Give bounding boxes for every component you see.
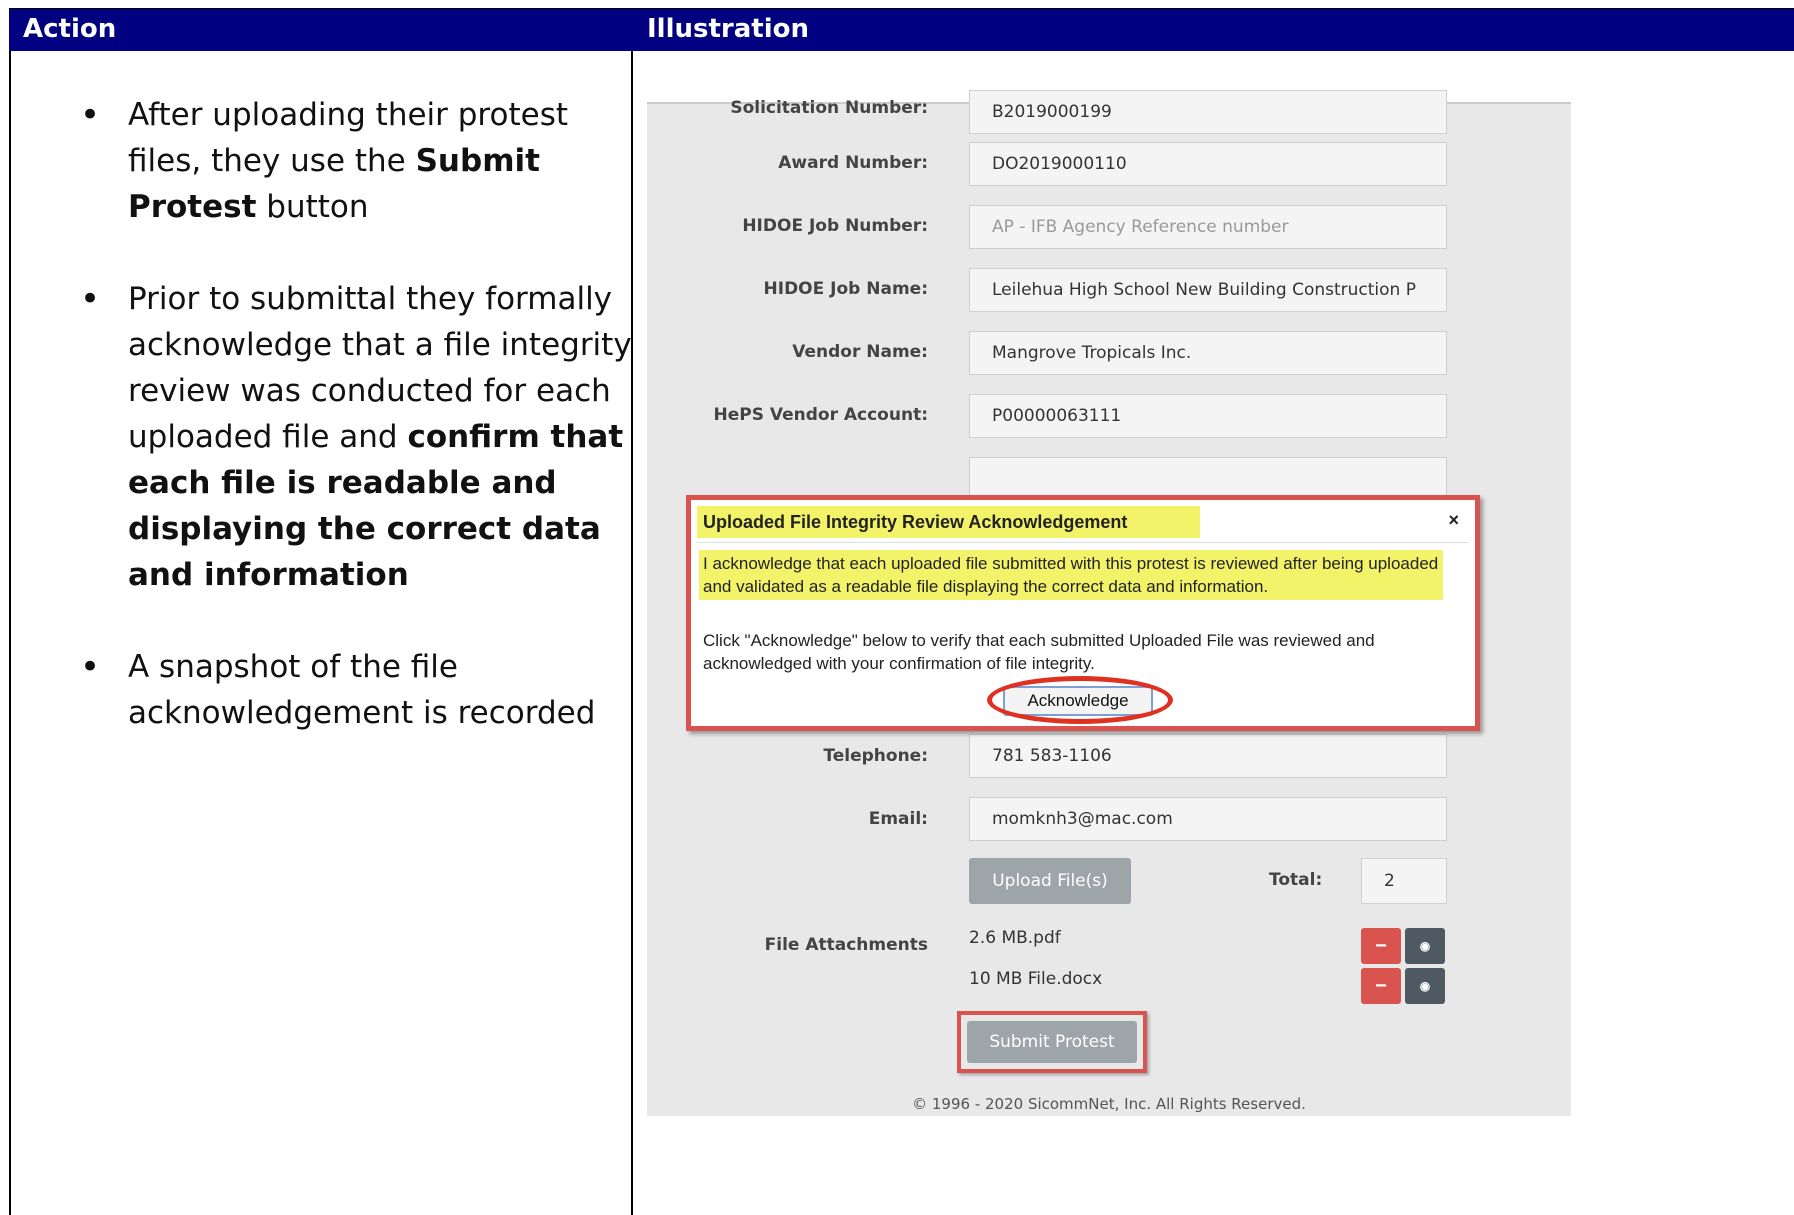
- file-attachments-label: File Attachments: [764, 935, 928, 955]
- job-number-label: HIDOE Job Number:: [742, 216, 928, 236]
- dialog-divider: [697, 542, 1469, 543]
- total-label: Total:: [1269, 870, 1323, 890]
- acknowledge-highlight-oval: [987, 676, 1173, 724]
- submit-highlight: Submit Protest: [957, 1011, 1147, 1073]
- view-file-icon[interactable]: ◉: [1405, 968, 1445, 1004]
- copyright: © 1996 - 2020 SicommNet, Inc. All Rights…: [912, 1095, 1306, 1113]
- remove-file-button[interactable]: −: [1361, 928, 1401, 964]
- bullet-submit: After uploading their protest files, the…: [80, 92, 640, 230]
- vendor-name-field[interactable]: Mangrove Tropicals Inc.: [969, 331, 1447, 375]
- solicitation-label: Solicitation Number:: [730, 98, 928, 118]
- acknowledgement-dialog: Uploaded File Integrity Review Acknowled…: [686, 495, 1480, 731]
- illustration-column-header: Illustration: [647, 14, 809, 44]
- dialog-instruction-text: Click "Acknowledge" below to verify that…: [703, 631, 1375, 673]
- submit-protest-button[interactable]: Submit Protest: [967, 1021, 1137, 1063]
- heps-account-label: HePS Vendor Account:: [713, 405, 928, 425]
- award-field[interactable]: DO2019000110: [969, 142, 1447, 186]
- bullet-acknowledge: Prior to submittal they formally acknowl…: [80, 276, 640, 598]
- job-name-label: HIDOE Job Name:: [763, 279, 928, 299]
- telephone-field[interactable]: 781 583-1106: [969, 734, 1447, 778]
- close-icon[interactable]: ×: [1448, 510, 1459, 531]
- telephone-label: Telephone:: [823, 746, 928, 766]
- award-label: Award Number:: [778, 153, 928, 173]
- vendor-name-label: Vendor Name:: [792, 342, 928, 362]
- solicitation-field[interactable]: B2019000199: [969, 90, 1447, 134]
- remove-file-button[interactable]: −: [1361, 968, 1401, 1004]
- job-name-field[interactable]: Leilehua High School New Building Constr…: [969, 268, 1447, 312]
- view-file-icon[interactable]: ◉: [1405, 928, 1445, 964]
- dialog-title: Uploaded File Integrity Review Acknowled…: [697, 506, 1200, 538]
- total-count: 2: [1361, 858, 1447, 904]
- action-column-header: Action: [23, 14, 117, 44]
- attachment-name: 10 MB File.docx: [969, 969, 1103, 989]
- bullet-snapshot: A snapshot of the file acknowledgement i…: [80, 644, 640, 736]
- heps-account-field[interactable]: P00000063111: [969, 394, 1447, 438]
- attachment-name: 2.6 MB.pdf: [969, 928, 1061, 948]
- upload-files-button[interactable]: Upload File(s): [969, 858, 1131, 904]
- dialog-acknowledgement-text: I acknowledge that each uploaded file su…: [699, 550, 1443, 600]
- email-label: Email:: [868, 809, 928, 829]
- email-field[interactable]: momknh3@mac.com: [969, 797, 1447, 841]
- job-number-field[interactable]: AP - IFB Agency Reference number: [969, 205, 1447, 249]
- action-bullets: After uploading their protest files, the…: [80, 92, 640, 782]
- table-header: Action Illustration: [9, 9, 1794, 51]
